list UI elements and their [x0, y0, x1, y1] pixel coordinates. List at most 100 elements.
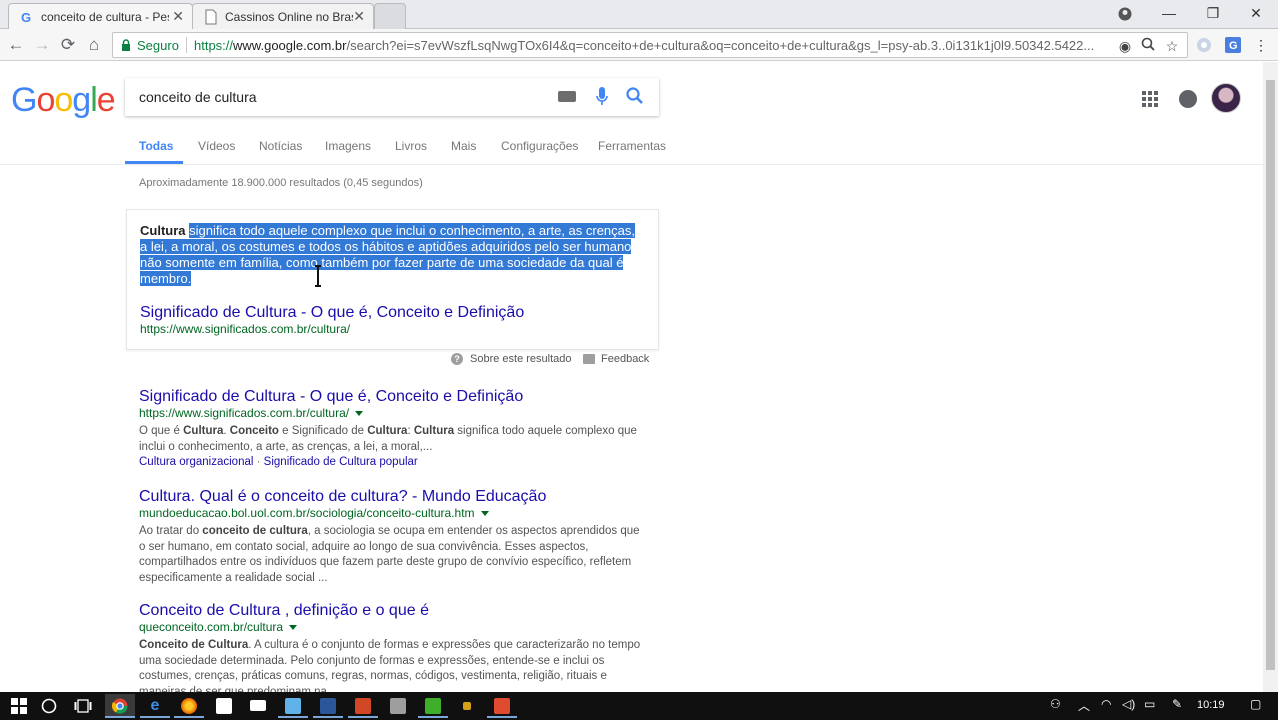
chrome-menu-icon[interactable]: ⋮ [1250, 34, 1272, 56]
svg-text:G: G [1229, 40, 1238, 52]
result-url-text: https://www.significados.com.br/cultura/ [139, 406, 350, 420]
location-icon[interactable]: ◉ [1116, 37, 1134, 55]
address-bar[interactable]: Seguro https://www.google.com.br/search?… [112, 32, 1188, 58]
feedback-icon[interactable] [583, 354, 595, 364]
sublink-cultura-organizacional[interactable]: Cultura organizacional [139, 456, 253, 468]
app-taskbar-icon[interactable] [452, 694, 482, 718]
cortana-search-icon[interactable] [34, 694, 64, 718]
dropdown-arrow-icon[interactable] [480, 511, 489, 517]
avatar[interactable] [1211, 83, 1241, 113]
tray-expand-icon[interactable]: ︿ [1078, 697, 1090, 714]
apps-grid-icon[interactable] [1142, 91, 1158, 107]
people-icon[interactable]: ⚇ [1050, 697, 1061, 711]
result-sublinks: Cultura organizacional · Significado de … [139, 455, 649, 470]
google-header: Google conceito de cultura Todas Vídeos … [0, 61, 1278, 165]
tab-videos[interactable]: Vídeos [198, 139, 235, 153]
close-window-icon[interactable]: ✕ [1234, 0, 1278, 28]
ime-icon[interactable]: ▭ [1144, 697, 1155, 711]
chrome-taskbar-icon[interactable] [105, 694, 135, 718]
microphone-icon[interactable] [595, 86, 609, 108]
page-scrollbar[interactable] [1263, 62, 1278, 692]
profile-icon[interactable] [1103, 0, 1147, 28]
home-icon[interactable]: ⌂ [82, 33, 106, 57]
camtasia-taskbar-icon[interactable] [418, 694, 448, 718]
desc-highlight: Conceito [229, 425, 279, 437]
tab-close-icon[interactable]: ✕ [172, 8, 184, 25]
tab-imagens[interactable]: Imagens [325, 139, 371, 153]
result-description: O que é Cultura. Conceito e Significado … [139, 424, 649, 455]
firefox-taskbar-icon[interactable] [174, 694, 204, 718]
snippet-bold-word: Cultura [140, 223, 186, 238]
tab-noticias[interactable]: Notícias [259, 139, 302, 153]
tab-mais[interactable]: Mais [451, 139, 476, 153]
minimize-icon[interactable]: — [1147, 0, 1191, 28]
browser-tab-strip: G conceito de cultura - Pes ✕ Cassinos O… [0, 0, 1278, 29]
url-scheme: https:// [194, 38, 234, 53]
app-taskbar-icon[interactable] [383, 694, 413, 718]
recorder-taskbar-icon[interactable] [487, 694, 517, 718]
volume-icon[interactable]: ◁) [1122, 697, 1135, 711]
new-tab-button[interactable] [374, 3, 406, 29]
photos-taskbar-icon[interactable] [278, 694, 308, 718]
word-taskbar-icon[interactable] [313, 694, 343, 718]
tab-configuracoes[interactable]: Configurações [501, 139, 578, 153]
help-icon[interactable]: ? [451, 353, 463, 365]
notification-center-icon[interactable]: ▢ [1250, 697, 1261, 711]
result-url: queconceito.com.br/cultura [139, 620, 649, 635]
active-tab-indicator [125, 161, 183, 164]
translate-extension-icon[interactable]: G [1222, 34, 1244, 56]
result-url: mundoeducacao.bol.uol.com.br/sociologia/… [139, 506, 649, 521]
tab-todas[interactable]: Todas [139, 139, 173, 153]
browser-tab-active[interactable]: G conceito de cultura - Pes ✕ [8, 3, 193, 29]
dropdown-arrow-icon[interactable] [289, 625, 298, 631]
result-title[interactable]: Cultura. Qual é o conceito de cultura? -… [139, 487, 649, 506]
extension-icon[interactable] [1193, 34, 1215, 56]
keyboard-icon[interactable] [558, 91, 576, 102]
reload-icon[interactable]: ⟳ [56, 33, 80, 57]
scrollbar-thumb[interactable] [1266, 80, 1275, 670]
windows-taskbar: e ⚇ ︿ ◠ ◁) ▭ ✎ 10:19 ▢ [0, 692, 1278, 720]
bookmark-star-icon[interactable]: ☆ [1163, 37, 1181, 55]
store-taskbar-icon[interactable] [209, 694, 239, 718]
snippet-text[interactable]: Cultura significa todo aquele complexo q… [140, 223, 645, 287]
dropdown-arrow-icon[interactable] [355, 411, 364, 417]
desc-highlight: Cultura [413, 425, 455, 437]
pen-icon[interactable]: ✎ [1172, 697, 1182, 711]
google-favicon-icon: G [21, 10, 31, 25]
google-logo[interactable]: Google [11, 81, 116, 120]
back-icon[interactable]: ← [4, 33, 28, 57]
tab-title: conceito de cultura - Pes [41, 10, 169, 24]
snippet-link-title[interactable]: Significado de Cultura - O que é, Concei… [140, 304, 524, 322]
search-input[interactable]: conceito de cultura [139, 89, 257, 105]
url-text[interactable]: https://www.google.com.br/search?ei=s7ev… [194, 38, 1114, 53]
result-url-text: queconceito.com.br/cultura [139, 620, 284, 634]
edge-taskbar-icon[interactable]: e [140, 694, 170, 718]
result-title[interactable]: Significado de Cultura - O que é, Concei… [139, 387, 649, 406]
result-title[interactable]: Conceito de Cultura , definição e o que … [139, 601, 649, 620]
tab-close-icon[interactable]: ✕ [353, 8, 365, 25]
sublink-cultura-popular[interactable]: Significado de Cultura popular [264, 456, 418, 468]
forward-icon[interactable]: → [30, 33, 54, 57]
result-url: https://www.significados.com.br/cultura/ [139, 406, 649, 421]
omnibox-divider [186, 37, 187, 53]
task-view-icon[interactable] [68, 694, 98, 718]
notifications-icon[interactable] [1179, 90, 1197, 108]
tab-ferramentas[interactable]: Ferramentas [598, 139, 666, 153]
wifi-icon[interactable]: ◠ [1101, 697, 1111, 711]
windows-start-icon[interactable] [4, 694, 34, 718]
restore-icon[interactable]: ❐ [1191, 0, 1235, 28]
powerpoint-taskbar-icon[interactable] [348, 694, 378, 718]
search-box[interactable]: conceito de cultura [125, 78, 659, 116]
tab-livros[interactable]: Livros [395, 139, 427, 153]
browser-tab[interactable]: Cassinos Online no Brasil ✕ [192, 3, 374, 29]
taskbar-clock[interactable]: 10:19 [1197, 699, 1225, 711]
search-result: Cultura. Qual é o conceito de cultura? -… [139, 487, 649, 586]
result-stats: Aproximadamente 18.900.000 resultados (0… [139, 177, 423, 189]
feedback-link[interactable]: Feedback [601, 353, 649, 365]
mail-taskbar-icon[interactable] [243, 694, 273, 718]
about-result-link[interactable]: Sobre este resultado [470, 353, 572, 365]
zoom-icon[interactable] [1139, 37, 1157, 55]
search-icon[interactable] [625, 86, 645, 106]
featured-snippet: Cultura significa todo aquele complexo q… [126, 209, 659, 350]
snippet-link-url: https://www.significados.com.br/cultura/ [140, 322, 351, 336]
